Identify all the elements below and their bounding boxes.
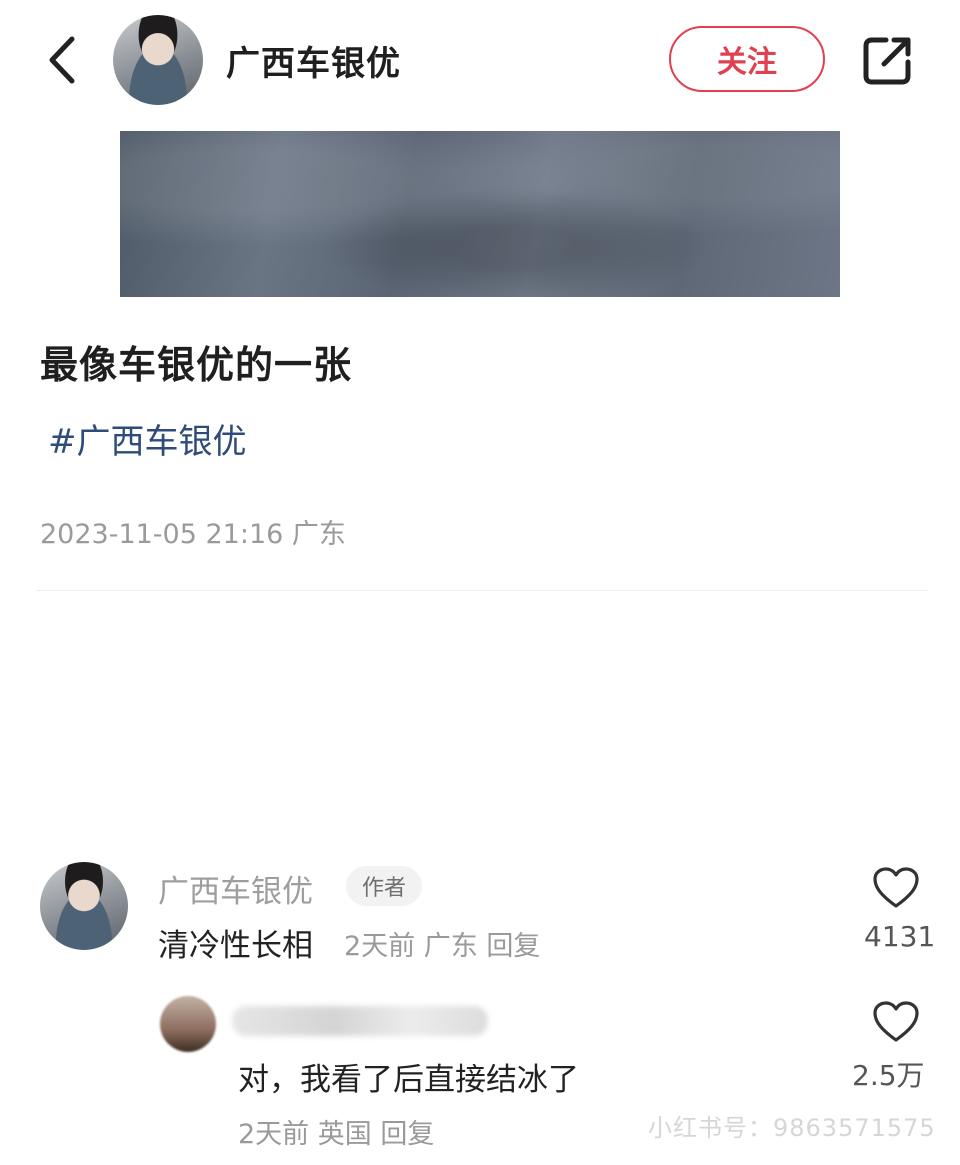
share-button[interactable] [860,32,916,88]
reply-button[interactable]: 回复 [486,931,540,962]
post-hashtag[interactable]: #广西车银优 [48,414,247,463]
user-name[interactable]: 广西车银优 [226,36,401,85]
reply-avatar[interactable] [160,996,216,1052]
user-avatar[interactable] [113,15,203,105]
comment-avatar[interactable] [40,862,128,950]
reply-like-button[interactable] [872,1000,920,1044]
share-icon [863,37,911,85]
reply-location: 英国 [317,1119,372,1150]
heart-icon [873,867,919,908]
watermark: 小红书号：9863571575 [648,1114,936,1142]
author-badge: 作者 [346,866,423,906]
comment-meta: 2天前 广东 回复 [344,924,540,963]
like-count: 4131 [864,920,936,953]
like-button[interactable] [872,866,920,910]
back-button[interactable] [38,32,86,88]
comment-time: 2天前 [344,931,416,962]
comment-author[interactable]: 广西车银优 [158,866,313,911]
comment-text[interactable]: 清冷性长相 [158,920,313,965]
post-title: 最像车银优的一张 [40,343,353,387]
reply-reply-button[interactable]: 回复 [380,1119,434,1150]
reply-meta: 2天前 英国 回复 [238,1112,434,1151]
follow-button[interactable]: 关注 [669,26,825,92]
divider [36,590,928,591]
chevron-left-icon [49,36,75,84]
reply-time: 2天前 [238,1119,310,1150]
heart-icon [873,1001,919,1042]
post-photo[interactable] [120,131,840,297]
comment-location: 广东 [423,931,478,962]
reply-like-count: 2.5万 [852,1059,925,1092]
reply-text[interactable]: 对，我看了后直接结冰了 [238,1054,579,1099]
post-date-location: 2023-11-05 21:16 广东 [40,519,346,550]
reply-author-blurred [232,1006,488,1036]
